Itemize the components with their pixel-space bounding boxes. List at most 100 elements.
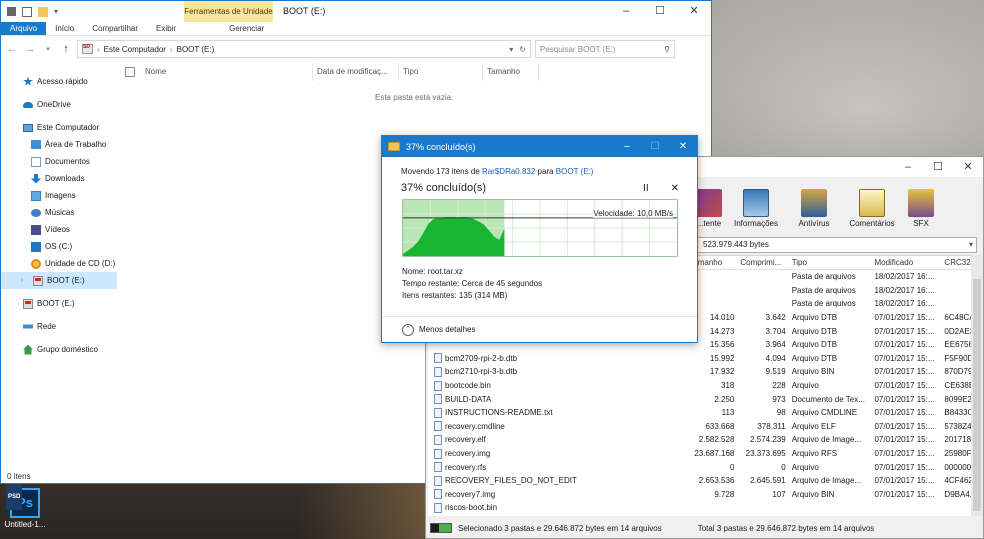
- nav-item-music[interactable]: Músicas: [1, 204, 117, 221]
- nav-item-boot-e[interactable]: BOOT (E:): [1, 295, 117, 312]
- address-bar-row: ← → ▾ ↑ › Este Computador › BOOT (E:) ▾ …: [1, 36, 711, 62]
- column-date-modified[interactable]: Data de modificaç...: [313, 63, 399, 81]
- desktop-photoshop-file[interactable]: PSD Ps Untitled-1...: [4, 484, 46, 529]
- column-type[interactable]: Tipo: [399, 63, 483, 81]
- toolbar-test-button[interactable]: ...tente: [696, 189, 722, 228]
- nav-item-boot-e-selected[interactable]: › BOOT (E:): [1, 272, 117, 289]
- column-type[interactable]: Tipo: [789, 258, 872, 267]
- nav-item-homegroup[interactable]: Grupo doméstico: [1, 341, 117, 358]
- column-size[interactable]: Tamanho: [483, 63, 539, 81]
- archive-path-field[interactable]: 523.979.443 bytes ▾: [696, 237, 977, 253]
- chevron-right-icon[interactable]: ›: [21, 277, 29, 284]
- chevron-down-icon[interactable]: ▾: [969, 238, 973, 252]
- destination-link[interactable]: BOOT (E:): [556, 167, 594, 176]
- tab-file[interactable]: Arquivo: [1, 22, 47, 35]
- column-name[interactable]: Nome: [141, 63, 313, 81]
- address-dropdown-icon[interactable]: ▾: [509, 45, 513, 54]
- table-row[interactable]: recovery7.img 9.728 107 Arquivo BIN 07/01/20…: [428, 488, 971, 502]
- toolbar-info-button[interactable]: Informações: [732, 189, 780, 228]
- close-button[interactable]: ✕: [669, 136, 697, 157]
- homegroup-icon: [23, 344, 33, 355]
- tab-share[interactable]: Compartilhar: [83, 22, 147, 35]
- table-row[interactable]: RECOVERY_FILES_DO_NOT_EDIT 2.653.536 2.645…: [428, 474, 971, 488]
- nav-item-onedrive[interactable]: OneDrive: [1, 96, 117, 113]
- minimize-button[interactable]: –: [613, 136, 641, 157]
- nav-item-desktop[interactable]: Área de Trabalho: [1, 136, 117, 153]
- new-folder-icon[interactable]: [38, 6, 48, 17]
- archive-scrollbar[interactable]: [971, 255, 983, 516]
- breadcrumb-this-pc[interactable]: Este Computador: [104, 45, 166, 54]
- cell-text: 113: [721, 408, 735, 418]
- column-modified[interactable]: Modificado: [871, 258, 941, 267]
- nav-item-images[interactable]: Imagens: [1, 187, 117, 204]
- nav-item-network[interactable]: Rede: [1, 318, 117, 335]
- column-crc32[interactable]: CRC32: [941, 258, 971, 267]
- table-row[interactable]: recovery.img 23.687.168 23.373.695 Arquivo …: [428, 447, 971, 461]
- toolbar-antivirus-button[interactable]: Antivírus: [790, 189, 838, 228]
- scrollbar-thumb[interactable]: [973, 279, 981, 511]
- toolbar-comments-button[interactable]: Comentários: [848, 189, 896, 228]
- chevron-down-icon[interactable]: ▾: [54, 7, 58, 17]
- nav-item-videos[interactable]: Vídeos: [1, 221, 117, 238]
- search-input[interactable]: Pesquisar BOOT (E:) ⚲: [535, 40, 675, 58]
- nav-item-quick-access[interactable]: Acesso rápido: [1, 73, 117, 90]
- back-arrow-icon[interactable]: ←: [5, 43, 19, 55]
- refresh-icon[interactable]: ↻: [519, 45, 526, 54]
- nav-item-os-c[interactable]: OS (C:): [1, 238, 117, 255]
- tab-manage[interactable]: Gerenciar: [220, 22, 273, 35]
- properties-icon[interactable]: [22, 6, 32, 17]
- close-button[interactable]: ✕: [677, 1, 711, 22]
- minimize-button[interactable]: –: [893, 157, 923, 178]
- cell-packed: 4.094: [737, 354, 788, 363]
- table-row[interactable]: INSTRUCTIONS-README.txt 113 98 Arquivo CMDL…: [428, 406, 971, 420]
- file-icon: [434, 434, 442, 445]
- close-button[interactable]: ✕: [953, 157, 983, 178]
- window-title: BOOT (E:): [283, 6, 326, 16]
- cell-text: 3.704: [765, 326, 786, 336]
- table-row[interactable]: bcm2709-rpi-2-b.dtb 15.992 4.094 Arquivo DT…: [428, 352, 971, 366]
- column-packed[interactable]: Comprimi...: [737, 258, 788, 267]
- minimize-button[interactable]: –: [609, 1, 643, 22]
- nav-label: BOOT (E:): [37, 299, 75, 308]
- nav-item-this-pc[interactable]: Este Computador: [1, 119, 117, 136]
- maximize-button[interactable]: ☐: [923, 157, 953, 178]
- tab-home[interactable]: Início: [46, 22, 83, 35]
- drive-tools-context-tab[interactable]: Ferramentas de Unidade: [184, 1, 273, 22]
- table-row[interactable]: bootcode.bin 318 228 Arquivo 07/01/2017 15:.…: [428, 379, 971, 393]
- select-all-checkbox[interactable]: [125, 67, 135, 77]
- cell-text: recovery7.img: [445, 489, 496, 499]
- system-menu-icon[interactable]: [7, 7, 16, 16]
- cell-text: 3.964: [765, 340, 786, 350]
- up-arrow-icon[interactable]: ↑: [59, 43, 73, 55]
- cell-type: Arquivo CMDLINE: [789, 408, 872, 417]
- tab-view[interactable]: Exibir: [147, 22, 185, 35]
- table-row[interactable]: riscos-boot.bin: [428, 501, 971, 515]
- archive-path-text: 523.979.443 bytes: [703, 240, 769, 249]
- table-row[interactable]: bcm2710-rpi-3-b.dtb 17.932 9.519 Arquivo BI…: [428, 365, 971, 379]
- forward-arrow-icon[interactable]: →: [23, 43, 37, 55]
- source-link[interactable]: Rar$DRa0.832: [482, 167, 535, 176]
- toolbar-sfx-button[interactable]: SFX: [906, 189, 936, 228]
- cancel-button[interactable]: ✕: [671, 183, 679, 194]
- table-row[interactable]: recovery.cmdline 633.668 378.311 Arquivo EL…: [428, 420, 971, 434]
- table-row[interactable]: recovery.elf 2.582.528 2.574.239 Arquivo de…: [428, 433, 971, 447]
- less-details-toggle[interactable]: ⌃ Menos detalhes: [382, 316, 697, 342]
- nav-item-downloads[interactable]: Downloads: [1, 170, 117, 187]
- table-row[interactable]: BUILD-DATA 2.250 973 Documento de Tex... 07/…: [428, 392, 971, 406]
- recent-locations-icon[interactable]: ▾: [41, 45, 55, 53]
- cell-text: D9BA4...: [944, 489, 971, 499]
- address-bar[interactable]: › Este Computador › BOOT (E:) ▾ ↻: [77, 40, 531, 58]
- cell-text: 107: [772, 489, 786, 499]
- breadcrumb-boot[interactable]: BOOT (E:): [177, 45, 215, 54]
- cell-text: 2.645.591: [750, 476, 786, 486]
- cloud-icon: [23, 101, 33, 108]
- pause-button[interactable]: II: [643, 183, 649, 194]
- cell-text: 2.653.536: [698, 476, 735, 486]
- empty-folder-message: Esta pasta está vazia.: [375, 93, 454, 102]
- nav-item-cd-drive[interactable]: Unidade de CD (D:): [1, 255, 117, 272]
- nav-item-documents[interactable]: Documentos: [1, 153, 117, 170]
- table-row[interactable]: recovery.rfs 0 0 Arquivo 07/01/2017 15:... 00…: [428, 460, 971, 474]
- maximize-button[interactable]: ☐: [643, 1, 677, 22]
- winrar-window-controls: – ☐ ✕: [893, 157, 983, 178]
- antivirus-icon: [801, 189, 827, 217]
